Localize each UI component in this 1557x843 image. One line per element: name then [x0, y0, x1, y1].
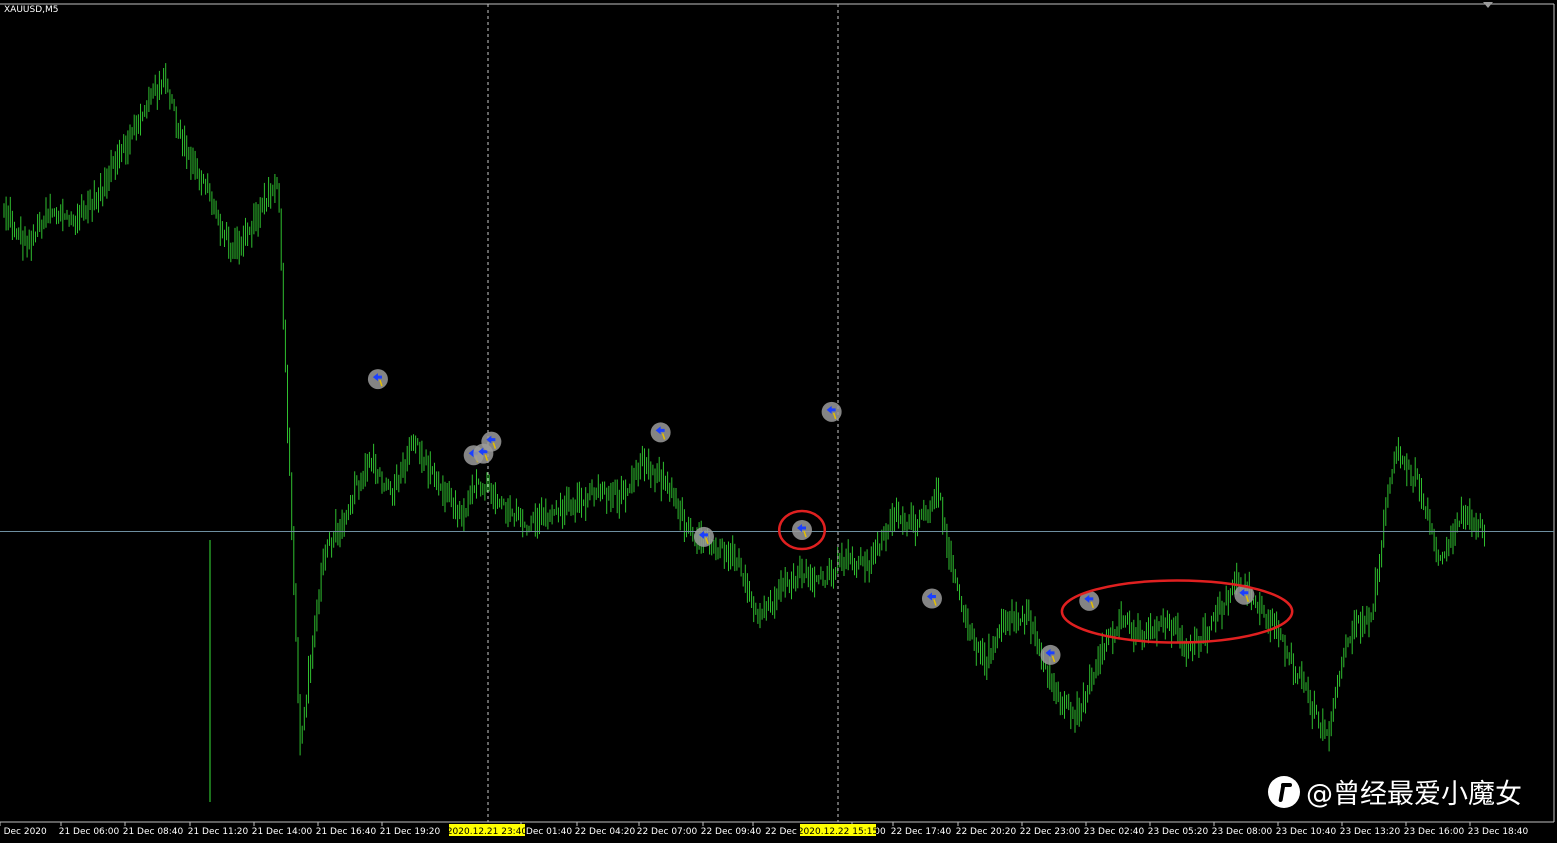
x-tick-label: 22 Dec 17:40 — [891, 827, 952, 837]
watermark-text: @曾经最爱小魔女 — [1306, 779, 1522, 810]
x-tick-label: 22 Dec 20:20 — [956, 827, 1017, 837]
chart-window[interactable]: 21 Dec 2020 21 Dec 06:0021 Dec 08:40 21 De… — [0, 0, 1557, 843]
x-tick-label: 21 Dec 08:40 — [123, 827, 184, 837]
x-tick-label: 21 Dec 11:20 — [188, 827, 249, 837]
x-tick-label: 23 Dec 08:00 — [1212, 827, 1273, 837]
x-tick-label: 21 Dec 16:40 — [316, 827, 377, 837]
x-tick-label: 23 Dec 10:40 — [1276, 827, 1337, 837]
price-bars — [3, 63, 1485, 756]
x-tick-label: 21 Dec 19:20 — [380, 827, 441, 837]
highlight-time-label: 2020.12.21 23:40 — [447, 827, 528, 837]
x-tick-label: 23 Dec 05:20 — [1148, 827, 1209, 837]
x-tick-label: 23 Dec 16:00 — [1404, 827, 1465, 837]
x-tick-label: 21 Dec 14:00 — [252, 827, 313, 837]
highlight-time-label: 2020.12.22 15:15 — [798, 827, 878, 837]
x-tick-label: 21 Dec 2020 — [0, 827, 47, 837]
price-chart[interactable]: 21 Dec 2020 21 Dec 06:0021 Dec 08:40 21 De… — [0, 0, 1557, 843]
x-tick-label: 22 Dec 07:00 — [637, 827, 698, 837]
x-tick-label: 22 Dec 04:20 — [575, 827, 636, 837]
x-tick-label: 22 Dec 09:40 — [701, 827, 762, 837]
x-tick-label: 22 Dec 23:00 — [1020, 827, 1081, 837]
toutiao-logo-icon — [1268, 775, 1300, 808]
x-tick-label: 21 Dec 06:00 — [59, 827, 120, 837]
x-tick-label: 23 Dec 18:40 — [1468, 827, 1529, 837]
x-tick-label: Dec 01:40 — [526, 827, 572, 837]
chart-shift-marker-icon[interactable] — [1483, 2, 1493, 8]
x-tick-label: 23 Dec 13:20 — [1340, 827, 1401, 837]
symbol-title: XAUUSD,M5 — [4, 5, 59, 15]
x-tick-label: 23 Dec 02:40 — [1084, 827, 1145, 837]
watermark: @曾经最爱小魔女 — [1268, 772, 1522, 811]
x-tick-label: 22 Dec — [765, 827, 797, 837]
